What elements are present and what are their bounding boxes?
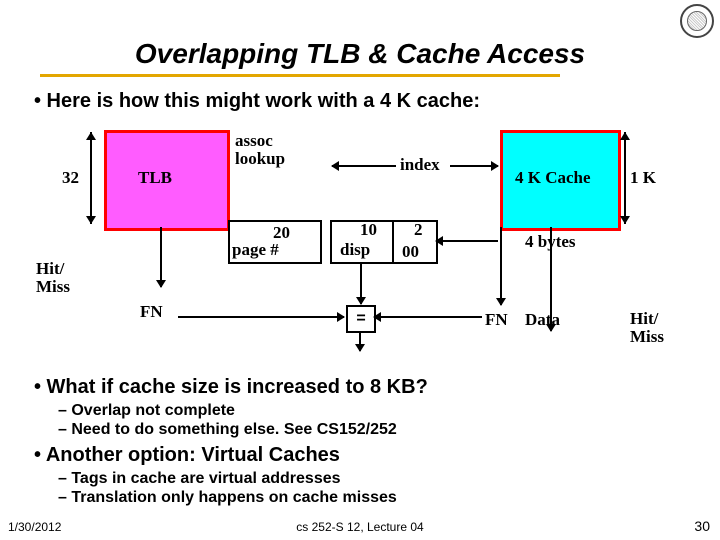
- arrow-eq-down: [359, 331, 361, 351]
- seal-icon: [680, 4, 714, 38]
- page-title: Overlapping TLB & Cache Access: [0, 38, 720, 70]
- label-tlb: TLB: [138, 168, 172, 188]
- label-1k: 1 K: [630, 168, 656, 188]
- arrow-4bytes: [436, 240, 498, 242]
- arrow-index-to-cache: [450, 165, 498, 167]
- label-fn-right: FN: [485, 310, 508, 330]
- arrow-index-down: [360, 262, 362, 304]
- label-32: 32: [62, 168, 79, 188]
- label-hitmiss-right: Hit/ Miss: [630, 310, 664, 346]
- label-page-num: page #: [232, 240, 279, 260]
- label-index: index: [400, 155, 440, 175]
- title-underline: [40, 74, 560, 77]
- arrow-tlb-down: [160, 227, 162, 287]
- label-00: 00: [402, 242, 419, 262]
- label-10: 10: [360, 220, 377, 240]
- arrow-cachefn-to-eq: [374, 316, 482, 318]
- bullet-1: • Here is how this might work with a 4 K…: [34, 90, 480, 113]
- bullet-3: • Another option: Virtual Caches: [34, 444, 340, 467]
- bullet-3-sub-a: – Tags in cache are virtual addresses: [58, 470, 341, 488]
- arrow-fn-to-eq: [178, 316, 344, 318]
- label-4kcache: 4 K Cache: [515, 168, 591, 188]
- comparator: =: [346, 305, 376, 333]
- bullet-2: • What if cache size is increased to 8 K…: [34, 376, 428, 399]
- footer-center: cs 252-S 12, Lecture 04: [0, 520, 720, 534]
- dim-1k: [624, 132, 626, 224]
- label-disp: disp: [340, 240, 370, 260]
- bullet-2-sub-a: – Overlap not complete: [58, 402, 235, 420]
- label-assoc: assoc lookup: [235, 132, 285, 168]
- bullet-3-sub-b: – Translation only happens on cache miss…: [58, 489, 397, 507]
- footer-page-number: 30: [694, 518, 710, 534]
- arrow-cache-fn-down: [500, 227, 502, 305]
- label-data: Data: [525, 310, 560, 330]
- dim-32: [90, 132, 92, 224]
- label-hitmiss-left: Hit/ Miss: [36, 260, 70, 296]
- bullet-2-sub-b: – Need to do something else. See CS152/2…: [58, 421, 397, 439]
- label-fn-left: FN: [140, 302, 163, 322]
- label-2: 2: [414, 220, 423, 240]
- arrow-assoc: [332, 165, 396, 167]
- diagram: 32 TLB assoc lookup 20 page # 10 2 disp …: [30, 120, 690, 370]
